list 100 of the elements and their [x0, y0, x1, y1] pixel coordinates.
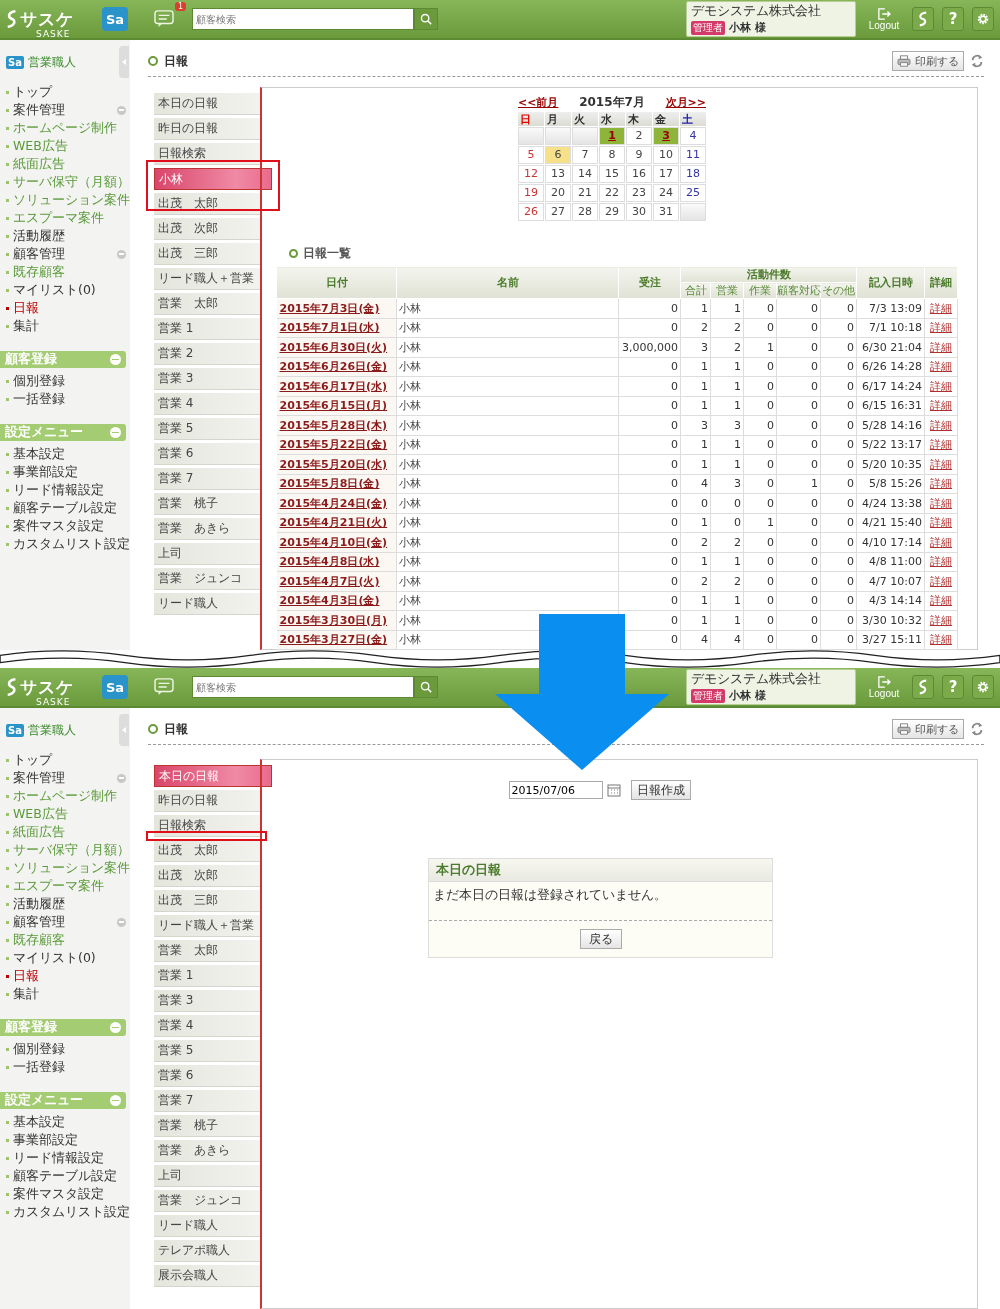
nav-item[interactable]: 事業部設定 — [6, 1131, 78, 1149]
calendar-day[interactable]: 1 — [599, 127, 625, 145]
calendar-day[interactable]: 4 — [680, 127, 706, 145]
user-list-item[interactable]: 出茂 太郎 — [154, 193, 260, 215]
user-list-item[interactable]: 営業 太郎 — [154, 940, 260, 962]
calendar-day[interactable]: 28 — [572, 203, 598, 221]
nav-item[interactable]: 集計 — [6, 317, 39, 335]
user-list-item[interactable]: リード職人＋営業 — [154, 268, 260, 290]
user-list-item[interactable]: 営業 桃子 — [154, 493, 260, 515]
nav-item[interactable]: 案件管理 — [6, 101, 65, 119]
collapse-icon[interactable] — [110, 427, 121, 438]
date-link[interactable]: 2015年5月22日(金) — [276, 435, 397, 455]
detail-link[interactable]: 詳細 — [924, 591, 958, 611]
search-field[interactable]: 顧客検索 — [192, 676, 414, 698]
calendar-day[interactable]: 5 — [518, 146, 544, 164]
collapse-icon[interactable] — [110, 1095, 121, 1106]
nav-item[interactable]: 集計 — [6, 985, 39, 1003]
create-report-button[interactable]: 日報作成 — [630, 780, 691, 800]
detail-link[interactable]: 詳細 — [924, 318, 958, 338]
nav-item[interactable]: 顧客テーブル設定 — [6, 1167, 117, 1185]
user-list-item[interactable]: 昨日の日報 — [154, 790, 260, 812]
detail-link[interactable]: 詳細 — [924, 474, 958, 494]
nav-item[interactable]: 基本設定 — [6, 1113, 65, 1131]
nav-item[interactable]: リード情報設定 — [6, 1149, 104, 1167]
calendar-day[interactable]: 9 — [626, 146, 652, 164]
date-link[interactable]: 2015年5月8日(金) — [276, 474, 397, 494]
calendar-day[interactable]: 27 — [545, 203, 571, 221]
calendar-day[interactable]: 21 — [572, 184, 598, 202]
print-button[interactable]: 印刷する — [892, 51, 964, 71]
user-list-item[interactable]: リード職人＋営業 — [154, 915, 260, 937]
collapse-icon[interactable] — [117, 917, 126, 927]
calendar-day[interactable]: 3 — [653, 127, 679, 145]
user-list-item[interactable]: 営業 あきら — [154, 1140, 260, 1162]
nav-item[interactable]: 一括登録 — [6, 1058, 65, 1076]
calendar-day[interactable]: 14 — [572, 165, 598, 183]
swoosh-button[interactable] — [912, 675, 934, 699]
date-link[interactable]: 2015年4月21日(火) — [276, 513, 397, 533]
settings-button[interactable] — [972, 7, 994, 31]
user-list-item[interactable]: 小林 — [154, 168, 272, 190]
user-list-item[interactable]: 出茂 次郎 — [154, 218, 260, 240]
search-button[interactable] — [414, 8, 438, 30]
calendar-day[interactable]: 17 — [653, 165, 679, 183]
chat-icon[interactable] — [154, 10, 174, 28]
detail-link[interactable]: 詳細 — [924, 415, 958, 435]
user-list-item[interactable]: 営業 5 — [154, 418, 260, 440]
date-link[interactable]: 2015年4月3日(金) — [276, 591, 397, 611]
date-link[interactable]: 2015年3月30日(月) — [276, 610, 397, 630]
nav-item[interactable]: 日報 — [6, 967, 39, 985]
date-link[interactable]: 2015年3月27日(金) — [276, 630, 397, 650]
calendar-day[interactable]: 16 — [626, 165, 652, 183]
detail-link[interactable]: 詳細 — [924, 610, 958, 630]
refresh-icon[interactable] — [970, 722, 984, 736]
nav-item[interactable]: 日報 — [6, 299, 39, 317]
calendar-day[interactable]: 24 — [653, 184, 679, 202]
nav-item[interactable]: マイリスト(0) — [6, 281, 96, 299]
sidebar-collapse-handle[interactable] — [119, 714, 129, 746]
nav-item[interactable]: 案件マスタ設定 — [6, 517, 104, 535]
search-button[interactable] — [414, 676, 438, 698]
nav-item[interactable]: トップ — [6, 83, 52, 101]
settings-button[interactable] — [972, 675, 994, 699]
user-list-item[interactable]: 出茂 次郎 — [154, 865, 260, 887]
nav-item[interactable]: 案件管理 — [6, 769, 65, 787]
calendar-day[interactable]: 29 — [599, 203, 625, 221]
calendar-day[interactable]: 19 — [518, 184, 544, 202]
user-list-item[interactable]: 営業 6 — [154, 1065, 260, 1087]
user-list-item[interactable]: 出茂 三郎 — [154, 243, 260, 265]
next-month-link[interactable]: 次月>> — [665, 94, 706, 110]
detail-link[interactable]: 詳細 — [924, 630, 958, 650]
date-link[interactable]: 2015年4月7日(火) — [276, 571, 397, 591]
nav-item[interactable]: 顧客テーブル設定 — [6, 499, 117, 517]
nav-item[interactable]: トップ — [6, 751, 52, 769]
search-field[interactable]: 顧客検索 — [192, 8, 414, 30]
chat-icon[interactable] — [154, 678, 174, 696]
date-link[interactable]: 2015年6月15日(月) — [276, 396, 397, 416]
detail-link[interactable]: 詳細 — [924, 571, 958, 591]
detail-link[interactable]: 詳細 — [924, 396, 958, 416]
user-list-item[interactable]: 営業 1 — [154, 318, 260, 340]
calendar-day[interactable]: 2 — [626, 127, 652, 145]
date-link[interactable]: 2015年5月28日(木) — [276, 415, 397, 435]
detail-link[interactable]: 詳細 — [924, 552, 958, 572]
nav-item[interactable]: 基本設定 — [6, 445, 65, 463]
nav-item[interactable]: 顧客管理 — [6, 913, 65, 931]
date-link[interactable]: 2015年4月10日(金) — [276, 532, 397, 552]
user-list-item[interactable]: リード職人 — [154, 593, 260, 615]
user-list-item[interactable]: 営業 4 — [154, 1015, 260, 1037]
date-link[interactable]: 2015年5月20日(水) — [276, 454, 397, 474]
user-list-item[interactable]: 営業 2 — [154, 343, 260, 365]
user-list-item[interactable]: 出茂 太郎 — [154, 840, 260, 862]
collapse-icon[interactable] — [117, 105, 126, 115]
sidebar-collapse-handle[interactable] — [119, 46, 129, 78]
user-list-item[interactable]: 上司 — [154, 1165, 260, 1187]
user-list-item[interactable]: 営業 7 — [154, 468, 260, 490]
detail-link[interactable]: 詳細 — [924, 357, 958, 377]
calendar-day[interactable]: 30 — [626, 203, 652, 221]
date-link[interactable]: 2015年6月17日(水) — [276, 376, 397, 396]
user-list-item[interactable]: 日報検索 — [154, 143, 260, 165]
nav-item[interactable]: 事業部設定 — [6, 463, 78, 481]
date-field[interactable]: 2015/07/06 — [508, 781, 603, 799]
user-list-item[interactable]: 営業 7 — [154, 1090, 260, 1112]
user-list-item[interactable]: 営業 5 — [154, 1040, 260, 1062]
